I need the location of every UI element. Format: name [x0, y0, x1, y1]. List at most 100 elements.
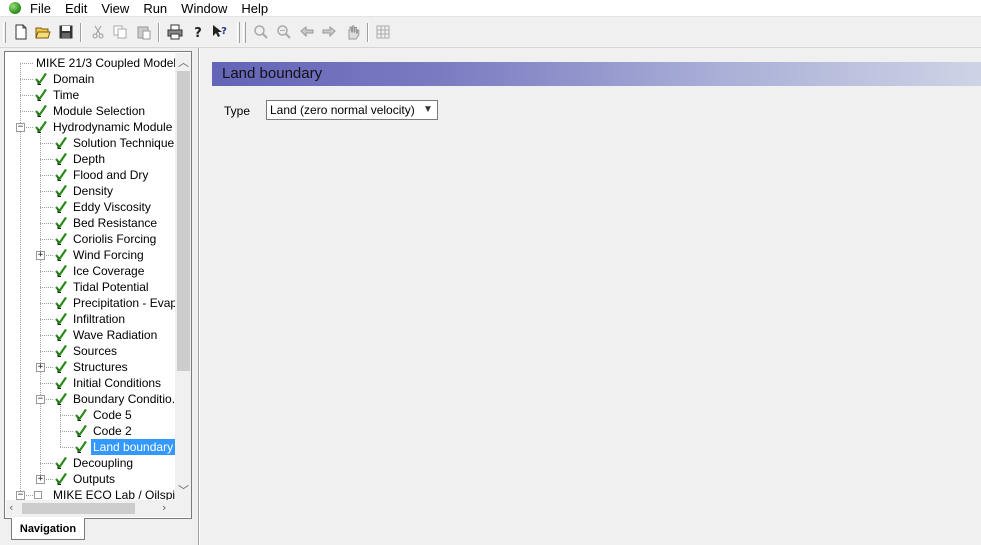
tree-item[interactable]: Module Selection [34, 103, 147, 119]
zoom-out-icon[interactable] [274, 22, 294, 42]
help-icon[interactable]: ? [188, 22, 208, 42]
panel-splitter[interactable] [198, 48, 200, 545]
tree-item-label: Wave Radiation [73, 328, 158, 342]
checkmark-icon [35, 104, 47, 117]
tree-connector [20, 63, 33, 64]
chevron-down-icon[interactable]: ▼ [421, 102, 435, 118]
toolbar-grip[interactable] [237, 22, 240, 43]
checkmark-icon [55, 392, 67, 405]
tree-item[interactable]: Sources [54, 343, 119, 359]
tree-item-label: Time [53, 88, 80, 102]
tree-item[interactable]: Code 2 [74, 423, 134, 439]
zoom-in-icon[interactable] [251, 22, 271, 42]
tree-connector [40, 175, 53, 176]
tree-item[interactable]: Depth [54, 151, 107, 167]
tree-item[interactable]: Time [34, 87, 81, 103]
tree-item[interactable]: Ice Coverage [54, 263, 146, 279]
expand-icon[interactable]: + [36, 363, 45, 372]
tree-connector [40, 303, 53, 304]
new-file-icon[interactable] [11, 22, 31, 42]
tree-item-label: Density [73, 184, 114, 198]
cut-icon[interactable] [88, 22, 108, 42]
zoom-previous-icon[interactable] [297, 22, 317, 42]
tree-connector [40, 463, 53, 464]
menu-view[interactable]: View [101, 0, 135, 17]
scroll-down-icon[interactable]: ﹀ [178, 485, 189, 497]
menu-edit[interactable]: Edit [65, 0, 93, 17]
tree-item[interactable]: Precipitation - Evapor [54, 295, 175, 311]
tree-item[interactable]: Initial Conditions [54, 375, 163, 391]
checkmark-icon [35, 88, 47, 101]
save-icon[interactable] [56, 22, 76, 42]
tree-item[interactable]: Structures [54, 359, 130, 375]
tree-item[interactable]: Outputs [54, 471, 117, 487]
tree-item[interactable]: Land boundary [74, 439, 175, 455]
tree-item[interactable]: Decoupling [54, 455, 135, 471]
tree-item[interactable]: Infiltration [54, 311, 127, 327]
tree-item[interactable]: Hydrodynamic Module [34, 119, 174, 135]
tab-navigation[interactable]: Navigation [11, 518, 85, 540]
checkmark-icon [55, 376, 67, 389]
type-label: Type [224, 104, 251, 118]
tree-item[interactable]: Bed Resistance [54, 215, 159, 231]
collapse-icon[interactable]: − [16, 491, 25, 500]
menu-help[interactable]: Help [241, 0, 274, 17]
tree-item-label: Code 2 [93, 424, 132, 438]
scroll-up-icon[interactable]: ︿ [178, 57, 189, 69]
tree-item[interactable]: MIKE ECO Lab / Oilspill M [34, 487, 175, 500]
toolbar-grip[interactable] [3, 22, 6, 43]
menu-run[interactable]: Run [143, 0, 173, 17]
tree-item[interactable]: Boundary Conditio... [54, 391, 175, 407]
tree-item[interactable]: Flood and Dry [54, 167, 150, 183]
tree-connector [40, 287, 53, 288]
horizontal-scroll-thumb[interactable] [22, 503, 135, 514]
tree-connector [40, 335, 53, 336]
menu-bar: File Edit View Run Window Help [0, 0, 981, 17]
copy-icon[interactable] [110, 22, 130, 42]
checkmark-icon [55, 312, 67, 325]
tree-item[interactable]: Tidal Potential [54, 279, 151, 295]
navigation-tree[interactable]: MIKE 21/3 Coupled Model ... Domain Time Mod… [6, 53, 175, 500]
tree-item-label: Infiltration [73, 312, 126, 326]
checkmark-icon [35, 120, 47, 133]
checkmark-icon [55, 472, 67, 485]
vertical-scrollbar[interactable]: ︿ ﹀ [175, 53, 191, 500]
tree-item[interactable]: Wind Forcing [54, 247, 146, 263]
tree-item[interactable]: Wave Radiation [54, 327, 159, 343]
menu-file[interactable]: File [30, 0, 57, 17]
navigation-panel: MIKE 21/3 Coupled Model ... Domain Time Mod… [4, 51, 192, 519]
checkmark-icon [55, 216, 67, 229]
tree-item-label: Land boundary [91, 439, 175, 455]
paste-icon[interactable] [134, 22, 154, 42]
context-help-icon[interactable]: ? [210, 22, 230, 42]
tree-item-label: Structures [73, 360, 128, 374]
print-icon[interactable] [165, 22, 185, 42]
tree-item[interactable]: Solution Technique [54, 135, 175, 151]
tree-connector [40, 351, 53, 352]
open-folder-icon[interactable] [33, 22, 53, 42]
horizontal-scrollbar[interactable]: ‹ › [6, 500, 175, 517]
tree-item[interactable]: Domain [34, 71, 96, 87]
expand-icon[interactable]: + [36, 251, 45, 260]
tree-item[interactable]: MIKE 21/3 Coupled Model ... [34, 55, 175, 71]
expand-icon[interactable]: + [36, 475, 45, 484]
tree-item[interactable]: Code 5 [74, 407, 134, 423]
unchecked-box-icon [34, 491, 42, 499]
type-select[interactable]: Land (zero normal velocity) ▼ [266, 100, 438, 120]
toolbar-grip[interactable] [243, 22, 246, 43]
toolbar-separator [158, 23, 160, 42]
zoom-next-icon[interactable] [319, 22, 339, 42]
collapse-icon[interactable]: − [16, 123, 25, 132]
tree-connector [40, 383, 53, 384]
collapse-icon[interactable]: − [36, 395, 45, 404]
scrollbar-corner [175, 500, 191, 517]
scroll-left-icon[interactable]: ‹ [9, 502, 13, 514]
tree-item[interactable]: Density [54, 183, 115, 199]
scroll-right-icon[interactable]: › [162, 502, 166, 514]
pan-hand-icon[interactable] [342, 22, 362, 42]
vertical-scroll-thumb[interactable] [177, 71, 190, 371]
tree-item[interactable]: Coriolis Forcing [54, 231, 158, 247]
tree-item[interactable]: Eddy Viscosity [54, 199, 153, 215]
menu-window[interactable]: Window [181, 0, 233, 17]
grid-icon[interactable] [373, 22, 393, 42]
